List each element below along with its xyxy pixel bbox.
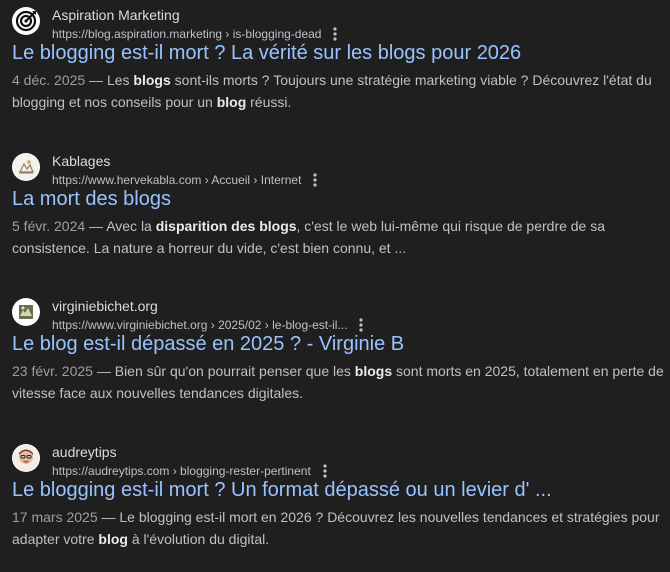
sketch-logo-icon [12,153,40,181]
search-result: audreytips https://audreytips.com › blog… [12,443,668,550]
result-source[interactable]: virginiebichet.org https://www.virginieb… [12,297,668,332]
avatar-logo-icon [12,444,40,472]
result-snippet: 23 févr. 2025 — Bien sûr qu'on pourrait … [12,360,668,404]
result-snippet: 4 déc. 2025 — Les blogs sont-ils morts ?… [12,69,668,113]
date-separator: — [97,509,120,525]
result-title-link[interactable]: Le blogging est-il mort ? La vérité sur … [12,40,668,66]
result-source[interactable]: audreytips https://audreytips.com › blog… [12,443,668,478]
result-title-link[interactable]: La mort des blogs [12,186,668,212]
site-name: Aspiration Marketing [52,7,180,23]
site-name: audreytips [52,444,117,460]
snippet-highlight: blog [98,531,128,547]
result-source[interactable]: Kablages https://www.hervekabla.com › Ac… [12,152,668,189]
date-separator: — [92,363,115,379]
snippet-highlight: blogs [133,72,171,88]
search-results: Aspiration Marketing https://blog.aspira… [0,0,670,572]
result-snippet: 5 févr. 2024 — Avec la disparition des b… [12,215,668,259]
search-result: Aspiration Marketing https://blog.aspira… [12,6,668,113]
snippet-highlight: disparition des blogs [155,218,297,234]
date-separator: — [85,72,107,88]
photo-logo-icon [12,298,40,326]
snippet-highlight: blogs [354,363,393,379]
target-logo-icon [12,7,40,35]
search-result: Kablages https://www.hervekabla.com › Ac… [12,152,668,259]
snippet-part: réussi. [246,94,292,110]
snippet-part: Les [106,72,134,88]
three-dots-vertical-icon[interactable] [305,171,325,189]
search-result: virginiebichet.org https://www.virginieb… [12,297,668,404]
result-title-link[interactable]: Le blogging est-il mort ? Un format dépa… [12,477,668,503]
snippet-highlight: blog [216,94,247,110]
snippet-part: Bien sûr qu'on pourrait penser que les [114,363,355,379]
snippet-part: Avec la [106,218,156,234]
result-date: 23 févr. 2025 [12,363,93,379]
result-source[interactable]: Aspiration Marketing https://blog.aspira… [12,6,668,41]
site-name: virginiebichet.org [52,298,158,314]
snippet-part: à l'évolution du digital. [127,531,270,547]
result-title-link[interactable]: Le blog est-il dépassé en 2025 ? - Virgi… [12,331,668,357]
result-snippet: 17 mars 2025 — Le blogging est-il mort e… [12,506,668,550]
result-date: 4 déc. 2025 [12,72,86,88]
result-date: 17 mars 2025 [12,509,98,525]
result-date: 5 févr. 2024 [12,218,86,234]
site-name: Kablages [52,153,111,169]
date-separator: — [85,218,107,234]
